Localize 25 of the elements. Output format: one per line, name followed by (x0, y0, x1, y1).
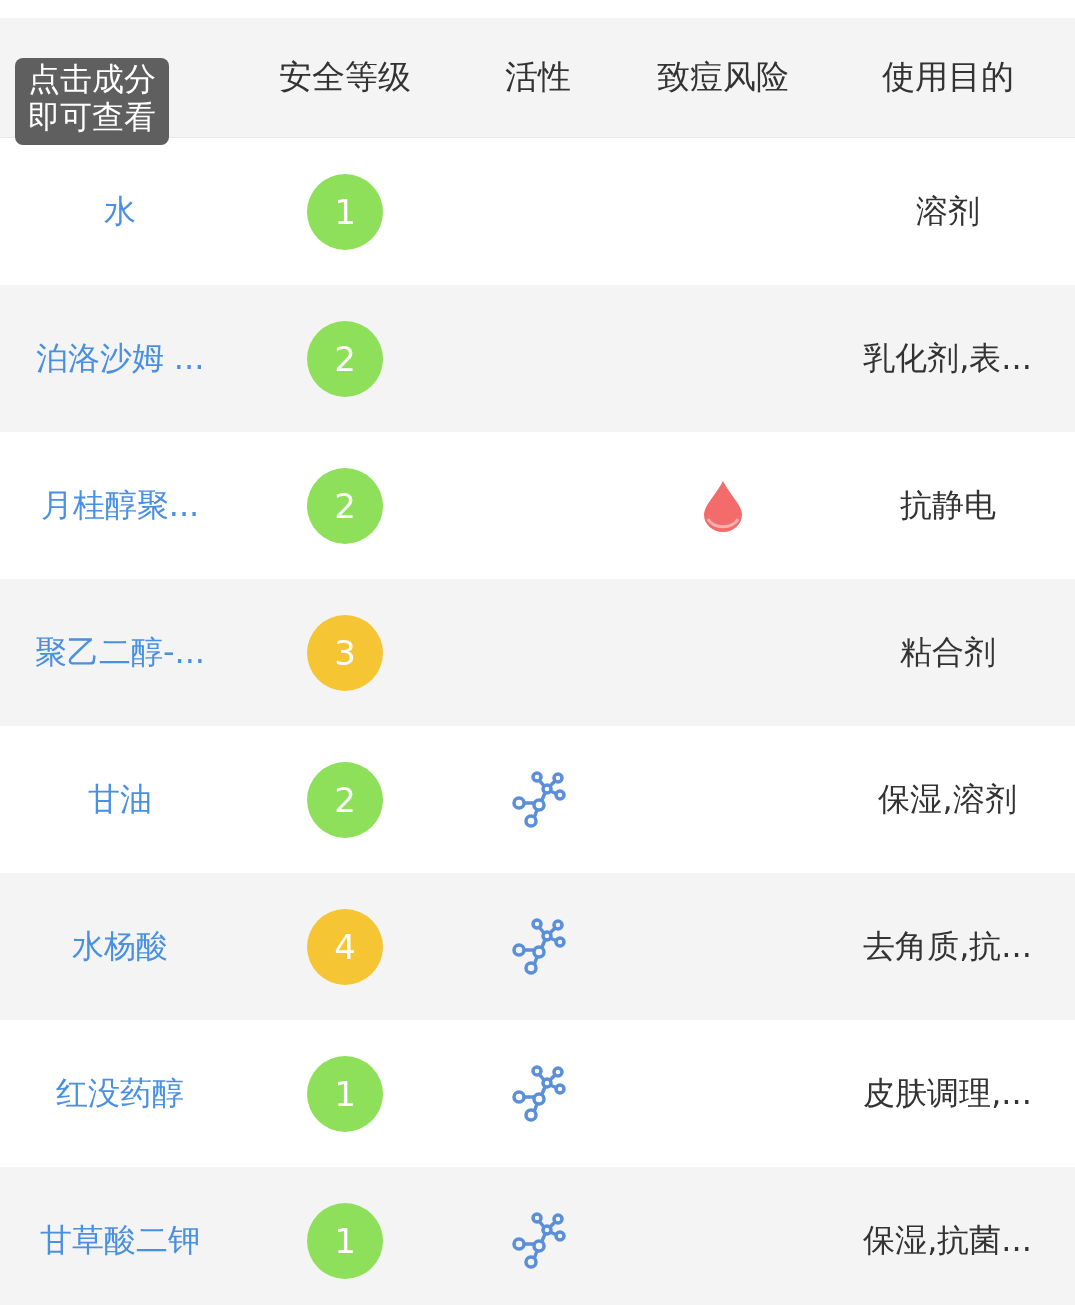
purpose-text: 乳化剂,表... (863, 337, 1032, 379)
column-header: 致痘风险 (656, 56, 789, 98)
purpose-text: 去角质,抗... (863, 925, 1032, 967)
safety-grade-badge: 2 (307, 761, 383, 838)
purpose-text: 溶剂 (915, 190, 980, 232)
safety-grade-badge: 1 (307, 1202, 383, 1279)
column-header: 活性 (504, 56, 571, 98)
tooltip: 点击成分即可查看 (15, 58, 169, 145)
safety-grade-badge: 3 (307, 614, 383, 691)
safety-grade-badge: 1 (307, 173, 383, 250)
safety-grade-badge: 2 (307, 467, 383, 544)
purpose-text: 皮肤调理,... (863, 1072, 1032, 1114)
purpose-text: 抗静电 (899, 484, 996, 526)
column-header: 安全等级 (279, 56, 411, 98)
table-row[interactable]: 水杨酸 4 去角质,抗... (0, 873, 1075, 1020)
table-row[interactable]: 聚乙二醇-... 3 粘合剂 (0, 579, 1075, 726)
purpose-text: 粘合剂 (899, 631, 996, 673)
safety-grade-badge: 2 (307, 320, 383, 397)
table-row[interactable]: 泊洛沙姆 ... 2 乳化剂,表... (0, 285, 1075, 432)
purpose-text: 保湿,抗菌... (863, 1219, 1032, 1261)
column-header: 使用目的 (881, 56, 1014, 98)
table-row[interactable]: 甘草酸二钾 1 保湿,抗菌... (0, 1167, 1075, 1305)
safety-grade-badge: 1 (307, 1055, 383, 1132)
purpose-text: 保湿,溶剂 (878, 778, 1017, 820)
safety-grade-badge: 4 (307, 908, 383, 985)
